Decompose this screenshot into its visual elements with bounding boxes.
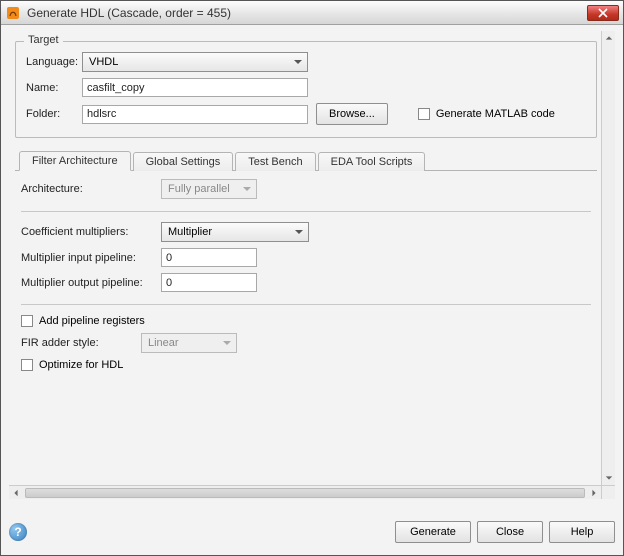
architecture-value: Fully parallel — [168, 183, 230, 195]
language-value: VHDL — [89, 56, 118, 68]
scroll-up-arrow-icon[interactable] — [602, 31, 615, 45]
checkbox-box — [21, 315, 33, 327]
fir-adder-value: Linear — [148, 337, 179, 349]
mult-in-pipe-input[interactable] — [161, 248, 257, 267]
chevron-down-icon — [222, 338, 232, 348]
fir-adder-combo: Linear — [141, 333, 237, 353]
close-button[interactable]: Close — [477, 521, 543, 543]
chevron-down-icon — [242, 184, 252, 194]
scroll-right-arrow-icon[interactable] — [587, 486, 601, 500]
architecture-label: Architecture: — [21, 183, 161, 195]
scroll-corner — [601, 485, 615, 499]
scroll-down-arrow-icon[interactable] — [602, 471, 615, 485]
help-button[interactable]: Help — [549, 521, 615, 543]
tabstrip: Filter Architecture Global Settings Test… — [15, 150, 597, 171]
generate-button[interactable]: Generate — [395, 521, 471, 543]
folder-label: Folder: — [26, 108, 82, 120]
optimize-hdl-checkbox[interactable]: Optimize for HDL — [21, 359, 123, 371]
coef-mult-combo[interactable]: Multiplier — [161, 222, 309, 242]
checkbox-box — [418, 108, 430, 120]
add-pipeline-label: Add pipeline registers — [39, 315, 145, 327]
target-legend: Target — [24, 34, 63, 46]
mult-in-pipe-label: Multiplier input pipeline: — [21, 252, 161, 264]
optimize-hdl-label: Optimize for HDL — [39, 359, 123, 371]
generate-matlab-label: Generate MATLAB code — [436, 108, 555, 120]
checkbox-box — [21, 359, 33, 371]
help-icon[interactable]: ? — [9, 523, 27, 541]
divider — [21, 211, 591, 212]
target-fieldset: Target Language: VHDL Name: Folder: Brow… — [15, 41, 597, 138]
language-label: Language: — [26, 56, 82, 68]
tab-test-bench[interactable]: Test Bench — [235, 152, 315, 171]
tab-filter-architecture[interactable]: Filter Architecture — [19, 151, 131, 171]
architecture-combo: Fully parallel — [161, 179, 257, 199]
scroll-thumb[interactable] — [25, 488, 585, 498]
generate-matlab-checkbox[interactable]: Generate MATLAB code — [418, 108, 555, 120]
browse-button[interactable]: Browse... — [316, 103, 388, 125]
app-icon — [5, 5, 21, 21]
folder-input[interactable] — [82, 105, 308, 124]
fir-adder-label: FIR adder style: — [21, 337, 141, 349]
button-bar: ? Generate Close Help — [9, 517, 615, 547]
titlebar: Generate HDL (Cascade, order = 455) — [1, 1, 623, 25]
language-combo[interactable]: VHDL — [82, 52, 308, 72]
mult-out-pipe-label: Multiplier output pipeline: — [21, 277, 161, 289]
vertical-scrollbar[interactable] — [601, 31, 615, 485]
chevron-down-icon — [294, 227, 304, 237]
window-close-button[interactable] — [587, 5, 619, 21]
name-label: Name: — [26, 82, 82, 94]
filter-architecture-panel: Architecture: Fully parallel Coefficient… — [15, 171, 597, 385]
mult-out-pipe-input[interactable] — [161, 273, 257, 292]
divider — [21, 304, 591, 305]
tabs: Filter Architecture Global Settings Test… — [15, 150, 597, 385]
tab-global-settings[interactable]: Global Settings — [133, 152, 234, 171]
coef-mult-value: Multiplier — [168, 226, 212, 238]
horizontal-scrollbar[interactable] — [9, 485, 601, 499]
coef-mult-label: Coefficient multipliers: — [21, 226, 161, 238]
tab-eda-tool-scripts[interactable]: EDA Tool Scripts — [318, 152, 426, 171]
scroll-left-arrow-icon[interactable] — [9, 486, 23, 500]
chevron-down-icon — [293, 57, 303, 67]
window-title: Generate HDL (Cascade, order = 455) — [27, 6, 231, 20]
add-pipeline-checkbox[interactable]: Add pipeline registers — [21, 315, 145, 327]
name-input[interactable] — [82, 78, 308, 97]
